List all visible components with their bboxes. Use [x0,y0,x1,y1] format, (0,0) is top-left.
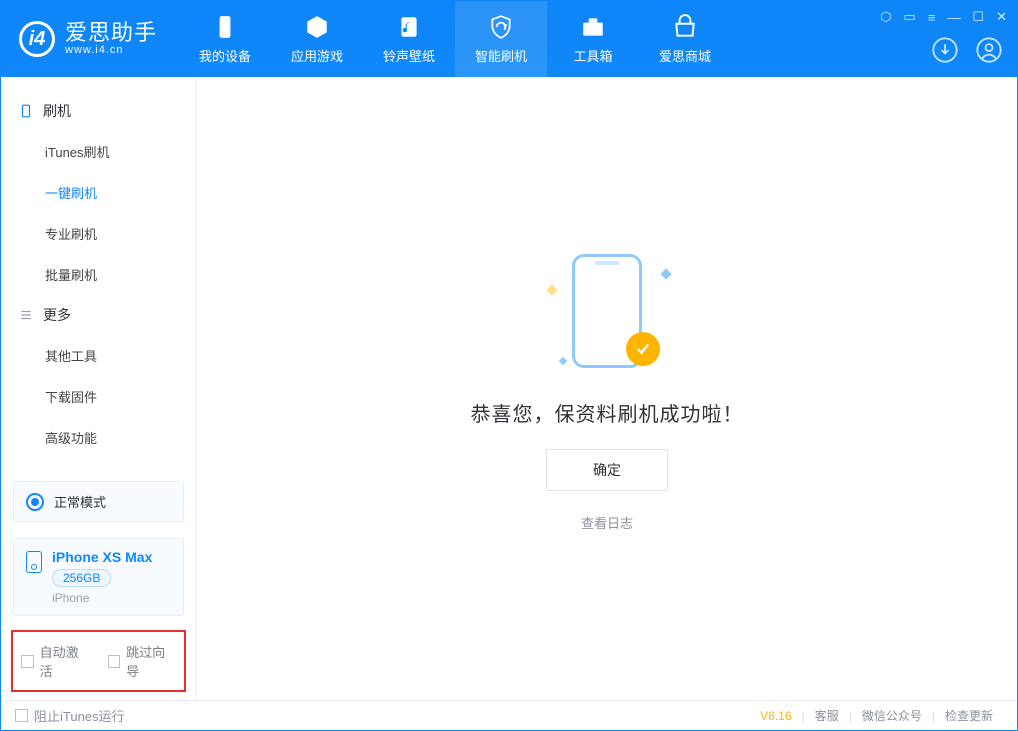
footer-update-link[interactable]: 检查更新 [945,707,993,724]
sparkle-icon [660,268,671,279]
device-type: iPhone [52,591,152,605]
app-url: www.i4.cn [65,44,157,56]
version-label: V8.16 [760,709,791,723]
nav-label: 工具箱 [574,46,613,65]
sidebar-item-advanced[interactable]: 高级功能 [1,417,196,458]
nav-label: 铃声壁纸 [383,46,435,65]
ok-button[interactable]: 确定 [546,449,668,491]
mode-label: 正常模式 [54,492,106,511]
menu-icon[interactable]: ≡ [928,10,936,25]
checkbox-label: 阻止iTunes运行 [34,706,125,725]
checkbox-block-itunes[interactable]: 阻止iTunes运行 [15,706,125,725]
device-card[interactable]: iPhone XS Max 256GB iPhone [13,538,184,616]
checkbox-icon [108,655,121,668]
sidebar-item-other-tools[interactable]: 其他工具 [1,335,196,376]
device-icon [212,14,238,40]
checkbox-icon [21,655,34,668]
shield-refresh-icon [488,14,514,40]
device-capacity: 256GB [52,569,111,587]
nav-toolbox[interactable]: 工具箱 [547,1,639,77]
note-icon[interactable]: ▭ [904,9,916,25]
window-controls: ⬡ ▭ ≡ — ☐ ✕ [880,9,1007,25]
nav-label: 应用游戏 [291,46,343,65]
nav-label: 我的设备 [199,46,251,65]
top-nav: 我的设备 应用游戏 铃声壁纸 智能刷机 工具箱 爱思商城 [179,1,731,77]
maximize-button[interactable]: ☐ [972,9,984,25]
sidebar-group-more[interactable]: 更多 [1,295,196,335]
music-file-icon [396,14,422,40]
app-header: i4 爱思助手 www.i4.cn 我的设备 应用游戏 铃声壁纸 智能刷机 工具… [1,1,1017,77]
group-title: 更多 [43,305,71,325]
device-name: iPhone XS Max [52,549,152,565]
logo-icon: i4 [19,21,55,57]
footer-wechat-link[interactable]: 微信公众号 [862,707,922,724]
checkbox-skip-guide[interactable]: 跳过向导 [108,642,177,680]
sparkle-icon [546,284,557,295]
success-illustration [542,246,672,376]
app-logo: i4 爱思助手 www.i4.cn [1,1,179,77]
sidebar: 刷机 iTunes刷机 一键刷机 专业刷机 批量刷机 更多 其他工具 下载固件 … [1,77,197,700]
device-phone-icon [26,551,42,573]
mode-icon [26,493,44,511]
sidebar-item-itunes-flash[interactable]: iTunes刷机 [1,131,196,172]
checkbox-icon [15,709,28,722]
checkbox-label: 自动激活 [40,642,90,680]
app-name: 爱思助手 [65,22,157,44]
sidebar-item-pro-flash[interactable]: 专业刷机 [1,213,196,254]
list-icon [19,308,33,322]
minimize-button[interactable]: — [947,10,960,25]
nav-my-device[interactable]: 我的设备 [179,1,271,77]
group-title: 刷机 [43,101,71,121]
sidebar-group-flash[interactable]: 刷机 [1,91,196,131]
sidebar-item-oneclick-flash[interactable]: 一键刷机 [1,172,196,213]
download-icon[interactable] [931,36,959,67]
nav-ringtone-wallpaper[interactable]: 铃声壁纸 [363,1,455,77]
user-icon[interactable] [975,36,1003,67]
header-right-icons [931,36,1003,67]
store-icon [672,14,698,40]
main-pane: 恭喜您，保资料刷机成功啦！ 确定 查看日志 [197,77,1017,700]
nav-smart-flash[interactable]: 智能刷机 [455,1,547,77]
mode-card[interactable]: 正常模式 [13,481,184,522]
phone-icon [19,104,33,118]
success-message: 恭喜您，保资料刷机成功啦！ [471,398,744,427]
view-log-link[interactable]: 查看日志 [581,513,633,532]
sidebar-item-batch-flash[interactable]: 批量刷机 [1,254,196,295]
close-button[interactable]: ✕ [996,9,1007,25]
nav-store[interactable]: 爱思商城 [639,1,731,77]
shirt-icon[interactable]: ⬡ [880,9,891,25]
check-badge-icon [626,332,660,366]
nav-apps-games[interactable]: 应用游戏 [271,1,363,77]
footer-support-link[interactable]: 客服 [815,707,839,724]
status-bar: 阻止iTunes运行 V8.16 | 客服 | 微信公众号 | 检查更新 [1,700,1017,730]
checkbox-auto-activate[interactable]: 自动激活 [21,642,90,680]
sparkle-icon [559,356,567,364]
toolbox-icon [580,14,606,40]
nav-label: 智能刷机 [475,46,527,65]
nav-label: 爱思商城 [659,46,711,65]
checkbox-label: 跳过向导 [126,642,176,680]
sidebar-item-download-firmware[interactable]: 下载固件 [1,376,196,417]
cube-icon [304,14,330,40]
options-highlight-box: 自动激活 跳过向导 [11,630,186,692]
